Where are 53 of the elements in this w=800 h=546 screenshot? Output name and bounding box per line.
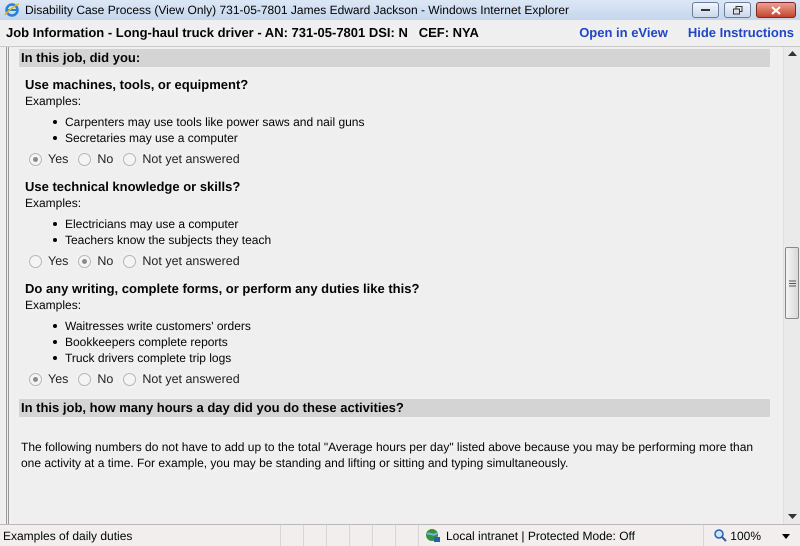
radio-label: No (97, 151, 114, 167)
section-heading: In this job, how many hours a day did you do these activities? (19, 399, 770, 417)
restore-button[interactable] (724, 2, 751, 18)
radio-label: No (97, 371, 114, 387)
zoom-icon[interactable] (714, 529, 728, 542)
example-text: Teachers know the subjects they teach (65, 232, 272, 248)
scrollbar[interactable] (783, 47, 800, 524)
status-text: Examples of daily duties (2, 528, 134, 544)
radio-label: No (97, 253, 114, 269)
bullet-icon (53, 324, 57, 328)
bullet-icon (53, 222, 57, 226)
radio-label: Not yet answered (142, 371, 240, 387)
examples-label: Examples: (25, 93, 82, 109)
question-text: Do any writing, complete forms, or perform any duties like this? (25, 281, 420, 297)
bullet-icon (53, 120, 57, 124)
window-title: Disability Case Process (View Only) 731-05-7801 James Edward Jackson - Windows Internet Explorer (25, 2, 570, 19)
example-text: Bookkeepers complete reports (65, 334, 228, 350)
zoom-level[interactable]: 100% (730, 526, 761, 544)
examples-label: Examples: (25, 195, 82, 211)
scroll-down-arrow-icon[interactable] (788, 514, 796, 520)
question-text: Use technical knowledge or skills? (25, 179, 242, 195)
example-text: Carpenters may use tools like power saws and nail guns (65, 114, 364, 130)
radio-label: Not yet answered (142, 253, 240, 269)
example-text: Secretaries may use a computer (65, 130, 238, 146)
browser-logo-icon (4, 2, 20, 18)
radio-label: Yes (48, 253, 68, 269)
bullet-icon (53, 238, 57, 242)
examples-label: Examples: (25, 297, 82, 313)
radio-label: Yes (48, 151, 68, 167)
page-heading: Job Information - Long-haul truck driver - AN: 731-05-7801 DSI: N CEF: NYA (6, 24, 480, 42)
link[interactable]: Open in eView (579, 23, 668, 43)
caret-icon[interactable] (782, 534, 790, 539)
example-text: Electricians may use a computer (65, 216, 238, 232)
example-text: Truck drivers complete trip logs (65, 350, 232, 366)
radio-label: Not yet answered (142, 151, 240, 167)
scroll-up-arrow-icon[interactable] (788, 51, 796, 57)
bullet-icon (53, 136, 57, 140)
bullet-icon (53, 356, 57, 360)
minimize-icon (701, 8, 710, 12)
question-text: Use machines, tools, or equipment? (25, 77, 250, 93)
example-text: Waitresses write customers' orders (65, 318, 251, 334)
restore-icon (732, 6, 742, 14)
globe-icon (425, 528, 441, 544)
bullet-icon (53, 340, 57, 344)
close-icon (771, 6, 781, 14)
section-heading: In this job, did you: (19, 49, 770, 67)
radio-label: Yes (48, 371, 68, 387)
link[interactable]: Hide Instructions (688, 23, 794, 43)
minimize-button[interactable] (692, 2, 719, 18)
paragraph: The following numbers do not have to add up to the total "Average hours per day" listed above because you may be performing more than one activity at a time. For example, you may be standing and lifting or sitting and typing simultaneously. (20, 439, 754, 471)
close-button[interactable] (756, 2, 796, 18)
zone-text: Local intranet | Protected Mode: Off (446, 528, 635, 544)
scrollbar-thumb[interactable] (785, 247, 799, 319)
